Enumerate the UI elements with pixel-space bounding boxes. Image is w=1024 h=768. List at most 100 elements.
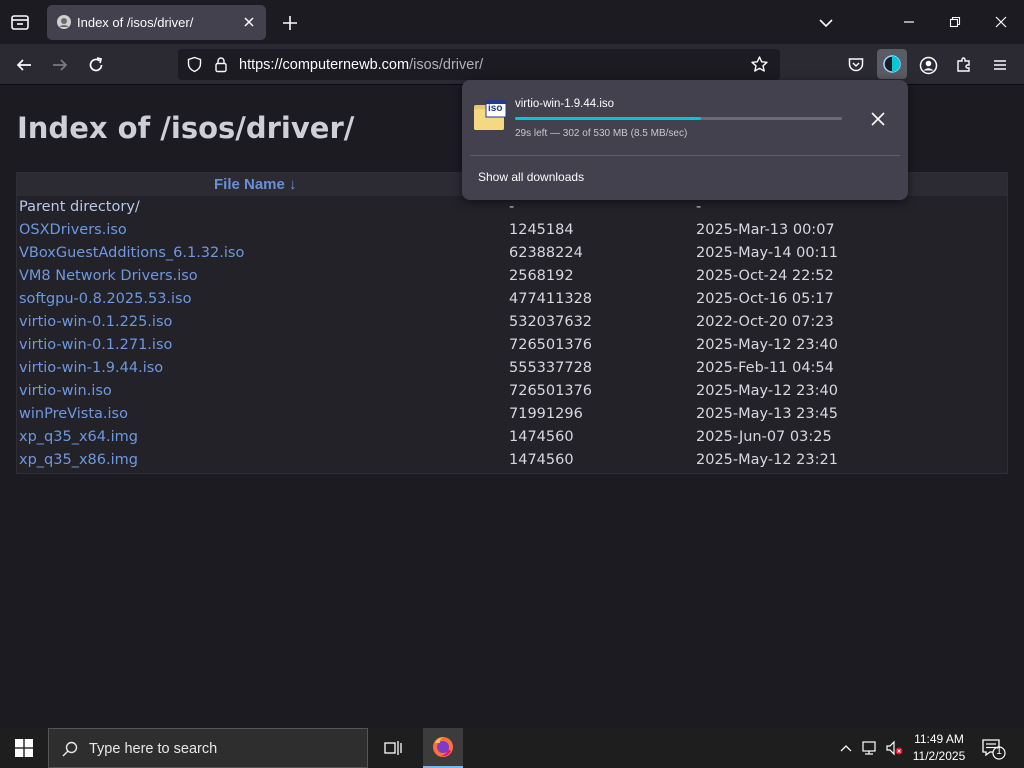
puzzle-extensions-icon [957, 57, 970, 72]
extensions-button[interactable] [950, 51, 978, 79]
table-row: softgpu-0.8.2025.53.iso 477411328 2025-Oct… [17, 288, 1007, 311]
file-link[interactable]: virtio-win-1.9.44.iso [19, 360, 163, 376]
file-date: 2025-May-14 00:11 [696, 245, 838, 261]
table-row: virtio-win.iso 726501376 2025-May-12 23:40 [17, 380, 1007, 403]
pocket-icon [848, 58, 864, 72]
new-tab-icon[interactable] [280, 13, 300, 33]
navigation-toolbar: https://computernewb.com/isos/driver/ [0, 44, 1024, 85]
file-link[interactable]: winPreVista.iso [19, 406, 128, 422]
taskbar-clock[interactable]: 11:49 AM 11/2/2025 [905, 731, 973, 765]
tab-title: Index of /isos/driver/ [77, 15, 194, 30]
restore-button[interactable] [932, 0, 978, 44]
file-size: 726501376 [509, 337, 593, 353]
lock-icon[interactable] [213, 56, 229, 73]
hamburger-menu-icon [994, 60, 1006, 70]
file-size: 555337728 [509, 360, 593, 376]
file-size: 62388224 [509, 245, 583, 261]
tab-strip: Index of /isos/driver/ [0, 0, 1024, 44]
file-date: 2022-Oct-20 07:23 [696, 314, 834, 330]
close-window-button[interactable] [978, 0, 1024, 44]
page-title: Index of /isos/driver/ [17, 111, 355, 145]
table-row: OSXDrivers.iso 1245184 2025-Mar-13 00:07 [17, 219, 1007, 242]
file-link[interactable]: virtio-win-0.1.225.iso [19, 314, 172, 330]
file-link[interactable]: OSXDrivers.iso [19, 222, 127, 238]
file-link[interactable]: softgpu-0.8.2025.53.iso [19, 291, 192, 307]
file-date: 2025-May-13 23:45 [696, 406, 838, 422]
file-link[interactable]: xp_q35_x86.img [19, 452, 138, 468]
file-size: - [509, 199, 515, 215]
file-size: 532037632 [509, 314, 593, 330]
list-all-tabs-icon[interactable] [816, 13, 836, 33]
table-row: xp_q35_x86.img 1474560 2025-May-12 23:21 [17, 449, 1007, 472]
download-progress-fill [515, 117, 702, 120]
minimize-button[interactable] [886, 0, 932, 44]
file-date: 2025-Oct-16 05:17 [696, 291, 834, 307]
forward-arrow-icon [53, 59, 68, 71]
volume-muted-icon [886, 740, 903, 756]
app-menu-button[interactable] [986, 51, 1014, 79]
table-row: VBoxGuestAdditions_6.1.32.iso 62388224 202… [17, 242, 1007, 265]
file-date: 2025-Mar-13 00:07 [696, 222, 835, 238]
file-size: 71991296 [509, 406, 583, 422]
file-link[interactable]: VM8 Network Drivers.iso [19, 268, 198, 284]
file-size: 1474560 [509, 452, 574, 468]
file-date: 2025-Oct-24 22:52 [696, 268, 834, 284]
table-row: winPreVista.iso 71991296 2025-May-13 23:45 [17, 403, 1007, 426]
start-button[interactable] [0, 728, 48, 768]
download-progress-bar [515, 117, 842, 120]
minimize-icon [904, 21, 914, 23]
task-view-button[interactable] [377, 734, 409, 762]
network-icon [862, 741, 876, 755]
action-center-button[interactable]: 1 [980, 736, 1006, 760]
account-icon [919, 56, 937, 74]
table-row: virtio-win-1.9.44.iso 555337728 2025-Feb-1… [17, 357, 1007, 380]
parent-directory-link[interactable]: Parent directory/ [19, 199, 140, 215]
tab-active[interactable]: Index of /isos/driver/ [47, 5, 266, 40]
file-link[interactable]: VBoxGuestAdditions_6.1.32.iso [19, 245, 244, 261]
volume-tray-button[interactable] [884, 728, 904, 768]
chevron-up-icon [840, 745, 852, 752]
notification-count: 1 [996, 746, 1002, 757]
url-text[interactable]: https://computernewb.com/isos/driver/ [239, 57, 483, 73]
download-status: 29s left — 302 of 530 MB (8.5 MB/sec) [515, 128, 688, 139]
firefox-taskbar-button[interactable] [423, 728, 463, 768]
firefox-logo-icon [433, 737, 453, 757]
browser-window: Index of /isos/driver/ https://computern… [0, 0, 1024, 728]
iso-file-icon: iso [474, 99, 508, 132]
file-date: - [696, 199, 702, 215]
taskbar-search-box[interactable]: Type here to search [48, 728, 368, 768]
cancel-download-icon[interactable] [867, 108, 889, 130]
clock-date: 11/2/2025 [912, 749, 966, 763]
table-row: virtio-win-0.1.225.iso 532037632 2022-Oct-… [17, 311, 1007, 334]
clock-time: 11:49 AM [914, 732, 964, 746]
tab-close-icon[interactable] [240, 13, 258, 31]
pocket-button[interactable] [842, 51, 870, 79]
file-date: 2025-May-12 23:21 [696, 452, 838, 468]
download-file-name[interactable]: virtio-win-1.9.44.iso [515, 98, 614, 110]
file-link[interactable]: virtio-win.iso [19, 383, 112, 399]
windows-taskbar: Type here to search 11:49 AM 11/2/2025 1 [0, 728, 1024, 768]
reload-button[interactable] [82, 51, 110, 79]
show-hidden-icons-button[interactable] [836, 728, 856, 768]
file-link[interactable]: virtio-win-0.1.271.iso [19, 337, 172, 353]
file-listing-table: File Name ↓ Parent directory/ - - OSXDriver… [16, 172, 1008, 474]
downloads-button[interactable] [877, 49, 907, 79]
file-size: 1474560 [509, 429, 574, 445]
file-date: 2025-Jun-07 03:25 [696, 429, 832, 445]
file-link[interactable]: xp_q35_x64.img [19, 429, 138, 445]
file-size: 1245184 [509, 222, 574, 238]
account-button[interactable] [914, 51, 942, 79]
file-size: 2568192 [509, 268, 574, 284]
file-date: 2025-May-12 23:40 [696, 337, 838, 353]
bookmark-star-icon[interactable] [750, 55, 769, 74]
show-all-downloads-button[interactable]: Show all downloads [478, 170, 584, 184]
back-button[interactable] [10, 51, 38, 79]
column-header-file-name[interactable]: File Name ↓ [214, 176, 297, 193]
search-icon [62, 741, 78, 757]
network-tray-button[interactable] [860, 728, 882, 768]
table-row: xp_q35_x64.img 1474560 2025-Jun-07 03:25 [17, 426, 1007, 449]
address-bar[interactable]: https://computernewb.com/isos/driver/ [178, 49, 780, 80]
firefox-view-button[interactable] [8, 10, 32, 34]
forward-button[interactable] [46, 51, 74, 79]
tracking-protection-shield-icon[interactable] [186, 56, 203, 73]
